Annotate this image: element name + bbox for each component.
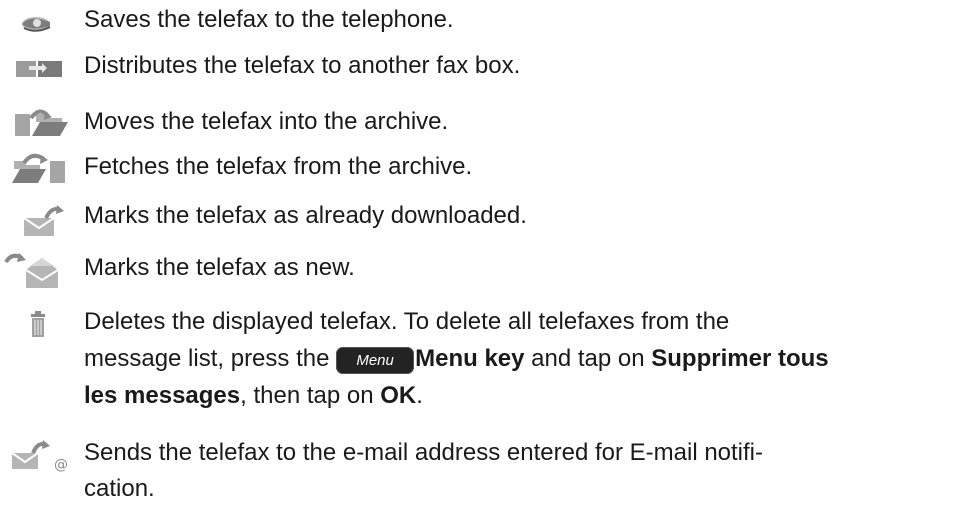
item-description-line-2: cation. xyxy=(84,475,155,502)
list-item: Saves the telefax to the telephone. xyxy=(0,0,971,44)
item-description: Distributes the telefax to another fax b… xyxy=(84,52,521,79)
icon-legend-list: Saves the telefax to the telephone. Dist… xyxy=(0,0,971,510)
item-description: Moves the telefax into the archive. xyxy=(84,108,449,135)
forward-to-fax-box-icon xyxy=(0,46,70,90)
menu-key-label: Menu key xyxy=(415,345,525,372)
list-item: @ Sends the telefax to the e-mail addres… xyxy=(0,433,971,509)
item-description-line-1: Sends the telefax to the e-mail address … xyxy=(84,439,764,466)
ok-label: OK xyxy=(380,382,417,409)
item-description-line-3: les messages, then tap on OK. xyxy=(84,378,423,414)
option-name: Supprimer tous xyxy=(651,345,829,372)
list-item: Moves the telefax into the archive. xyxy=(0,102,971,146)
save-to-phone-icon xyxy=(0,0,70,44)
list-item: Fetches the telefax from the archive. xyxy=(0,147,971,191)
svg-text:@: @ xyxy=(54,457,68,473)
text-segment: and tap on xyxy=(524,345,652,372)
menu-key-icon: Menu xyxy=(336,347,415,374)
text-segment: , then tap on xyxy=(240,382,381,409)
item-description-line-2: message list, press the Menu Menu key and… xyxy=(84,341,829,377)
mark-downloaded-icon xyxy=(0,196,70,240)
text-segment: . xyxy=(416,382,423,409)
item-description: Marks the telefax as new. xyxy=(84,254,355,281)
list-item: Marks the telefax as already downloaded. xyxy=(0,196,971,240)
fetch-from-archive-icon xyxy=(0,147,70,191)
option-name: les messages xyxy=(84,382,241,409)
list-item: Deletes the displayed telefax. To delete… xyxy=(0,302,971,412)
item-description-line-1: Deletes the displayed telefax. To delete… xyxy=(84,308,730,335)
text-segment: message list, press the xyxy=(84,345,330,372)
trash-icon xyxy=(0,302,70,346)
item-description: Fetches the telefax from the archive. xyxy=(84,153,473,180)
move-to-archive-icon xyxy=(0,102,70,146)
mark-new-icon xyxy=(0,248,70,292)
list-item: Distributes the telefax to another fax b… xyxy=(0,46,971,90)
item-description: Saves the telefax to the telephone. xyxy=(84,6,454,33)
email-forward-icon: @ xyxy=(0,433,70,477)
item-description: Marks the telefax as already downloaded. xyxy=(84,202,527,229)
list-item: Marks the telefax as new. xyxy=(0,248,971,292)
